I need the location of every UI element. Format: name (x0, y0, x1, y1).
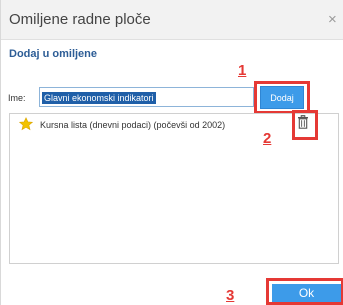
dialog-title: Omiljene radne ploče (9, 11, 151, 28)
name-label: Ime: (8, 93, 26, 103)
annotation-marker-2: 2 (263, 130, 272, 147)
annotation-marker-3: 3 (226, 287, 235, 304)
name-input[interactable]: Glavni ekonomski indikatori (39, 87, 254, 107)
add-to-favorites-heading: Dodaj u omiljene (9, 48, 98, 60)
annotation-box-3 (266, 278, 343, 305)
favorites-dialog: Omiljene radne ploče × Dodaj u omiljene … (0, 0, 343, 305)
annotation-marker-1: 1 (238, 62, 247, 79)
dialog-titlebar: Omiljene radne ploče × (1, 0, 343, 40)
annotation-box-2 (292, 110, 318, 140)
list-item[interactable]: Kursna lista (dnevni podaci) (počevši od… (10, 117, 338, 137)
close-icon[interactable]: × (328, 11, 337, 28)
star-icon (19, 117, 33, 131)
favorites-list: Kursna lista (dnevni podaci) (počevši od… (9, 113, 339, 264)
name-input-value: Glavni ekonomski indikatori (42, 92, 156, 104)
list-item-label: Kursna lista (dnevni podaci) (počevši od… (40, 120, 226, 130)
